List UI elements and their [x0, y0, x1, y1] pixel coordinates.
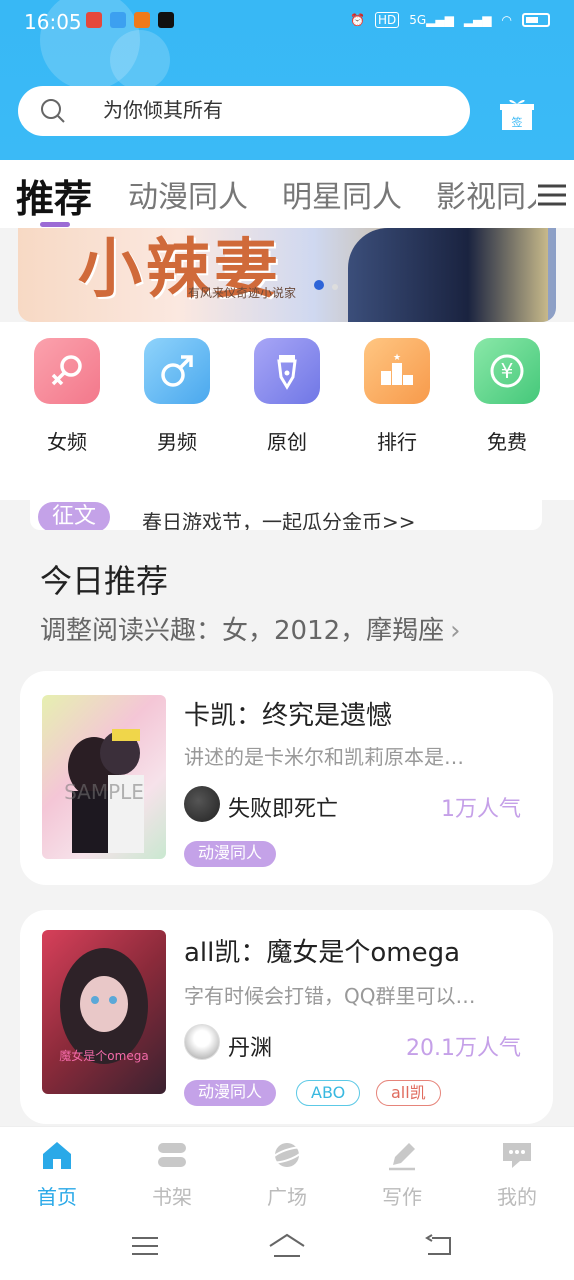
- genre-tag[interactable]: ABO: [296, 1080, 361, 1106]
- nav-label: 广场: [267, 1185, 307, 1209]
- search-icon: [41, 99, 65, 123]
- bookshelf-icon: [158, 1143, 186, 1167]
- status-bar: 16:05 ⏰ HD 5G▂▄▆ ▂▄▆ ◠: [0, 0, 574, 44]
- planet-icon: [269, 1143, 305, 1167]
- yen-icon: ¥: [474, 338, 540, 404]
- author-name: 丹渊: [228, 1036, 273, 1061]
- book-card[interactable]: SAMPLE 卡凯：终究是遗憾 讲述的是卡米尔和凯莉原本是… 失败即死亡 1万人…: [20, 671, 553, 885]
- back-icon[interactable]: [424, 1234, 454, 1258]
- category-label: 男频: [157, 430, 197, 454]
- category-male[interactable]: 男频: [144, 338, 210, 455]
- genre-tag[interactable]: all凯: [376, 1080, 441, 1106]
- recent-apps-icon[interactable]: [130, 1234, 160, 1258]
- banner-page-dot-active: [314, 280, 324, 290]
- announcement-tag: 征文: [38, 502, 110, 530]
- nav-bookshelf[interactable]: 书架: [137, 1139, 207, 1210]
- ranking-icon: ★: [364, 338, 430, 404]
- active-tab-indicator: [40, 222, 70, 227]
- section-title: 今日推荐: [40, 562, 169, 600]
- category-ranking[interactable]: ★ 排行: [364, 338, 430, 455]
- chevron-right-icon: ›: [450, 616, 461, 646]
- tab-recommend[interactable]: 推荐: [16, 168, 92, 223]
- top-header: 16:05 ⏰ HD 5G▂▄▆ ▂▄▆ ◠ 为你倾其所有 签: [0, 0, 574, 160]
- book-cover: SAMPLE: [42, 695, 166, 859]
- book-card[interactable]: 魔女是个omega all凯：魔女是个omega 字有时候会打错，QQ群里可以……: [20, 910, 553, 1124]
- hd-icon: HD: [374, 12, 400, 28]
- nav-label: 书架: [152, 1185, 192, 1209]
- category-label: 女频: [47, 430, 87, 454]
- genre-tag[interactable]: 动漫同人: [184, 1080, 277, 1106]
- category-original[interactable]: 原创: [254, 338, 320, 455]
- reading-interest-link[interactable]: 调整阅读兴趣：女，2012，摩羯座 ›: [40, 610, 461, 647]
- promo-banner[interactable]: 小辣妻 有风来仪奇迹小说家: [18, 228, 556, 322]
- nav-profile[interactable]: 我的: [482, 1139, 552, 1210]
- tab-celebrity[interactable]: 明星同人: [282, 172, 402, 216]
- app-notification-icon: [110, 12, 126, 28]
- category-free[interactable]: ¥ 免费: [474, 338, 540, 455]
- category-shortcuts: 女频 男频 原创 ★ 排行 ¥ 免费: [0, 322, 574, 804]
- nav-home[interactable]: 首页: [22, 1139, 92, 1210]
- status-right-icons: ⏰ HD 5G▂▄▆ ▂▄▆ ◠: [350, 12, 550, 28]
- search-bar[interactable]: 为你倾其所有: [18, 86, 470, 136]
- tab-anime[interactable]: 动漫同人: [128, 172, 248, 216]
- author-name: 失败即死亡: [228, 797, 339, 822]
- cover-watermark: SAMPLE: [64, 780, 144, 804]
- signal-icon: ▂▄▆: [463, 13, 492, 27]
- system-home-icon[interactable]: [268, 1232, 306, 1260]
- svg-text:¥: ¥: [501, 359, 514, 383]
- nav-plaza[interactable]: 广场: [252, 1139, 322, 1210]
- popularity-count: 20.1万人气: [406, 1036, 521, 1061]
- nav-label: 首页: [37, 1185, 77, 1209]
- category-tabs: 推荐 动漫同人 明星同人 影视同人: [0, 160, 574, 228]
- checkin-gift-icon[interactable]: 签: [498, 96, 536, 134]
- bottom-navigation: 首页 书架 广场 写作 我的: [0, 1126, 574, 1216]
- nav-label: 写作: [382, 1185, 422, 1209]
- book-title: 卡凯：终究是遗憾: [184, 701, 393, 731]
- banner-page-dot: [332, 284, 338, 290]
- home-icon: [43, 1142, 71, 1169]
- wifi-icon: ◠: [501, 13, 512, 27]
- cover-title: 魔女是个omega: [59, 1048, 148, 1063]
- banner-illustration: [348, 228, 548, 322]
- male-icon: [144, 338, 210, 404]
- female-icon: [34, 338, 100, 404]
- search-placeholder: 为你倾其所有: [103, 98, 223, 122]
- svg-text:★: ★: [393, 353, 401, 363]
- pen-icon: [254, 338, 320, 404]
- status-app-icons: [86, 12, 174, 28]
- popularity-count: 1万人气: [441, 797, 521, 822]
- reading-interest-text: 调整阅读兴趣：女，2012，摩羯座: [40, 616, 445, 646]
- signal-icon: 5G▂▄▆: [409, 13, 454, 27]
- nav-label: 我的: [497, 1185, 537, 1209]
- alarm-icon: ⏰: [349, 13, 365, 27]
- svg-text:签: 签: [512, 115, 523, 129]
- status-time: 16:05: [24, 10, 82, 34]
- avatar: [184, 786, 220, 822]
- nav-write[interactable]: 写作: [367, 1139, 437, 1210]
- book-title: all凯：魔女是个omega: [184, 938, 461, 968]
- menu-icon[interactable]: [536, 180, 568, 210]
- category-label: 免费: [487, 430, 527, 454]
- genre-tag[interactable]: 动漫同人: [184, 841, 277, 867]
- profile-icon: [503, 1143, 531, 1168]
- app-notification-icon: [86, 12, 102, 28]
- announcement-text: 春日游戏节，一起瓜分金币>>: [142, 510, 416, 530]
- avatar: [184, 1024, 220, 1060]
- system-nav-bar: [0, 1216, 574, 1280]
- book-description: 字有时候会打错，QQ群里可以…: [184, 984, 476, 1008]
- battery-icon: [522, 13, 550, 27]
- banner-subtitle: 有风来仪奇迹小说家: [188, 286, 297, 300]
- book-cover: 魔女是个omega: [42, 930, 166, 1094]
- app-notification-icon: [134, 12, 150, 28]
- category-label: 原创: [267, 430, 307, 454]
- category-female[interactable]: 女频: [34, 338, 100, 455]
- write-icon: [389, 1143, 415, 1171]
- book-description: 讲述的是卡米尔和凯莉原本是…: [184, 745, 464, 769]
- category-label: 排行: [377, 430, 417, 454]
- announcement-bar[interactable]: 征文 春日游戏节，一起瓜分金币>>: [30, 500, 542, 530]
- app-notification-icon: [158, 12, 174, 28]
